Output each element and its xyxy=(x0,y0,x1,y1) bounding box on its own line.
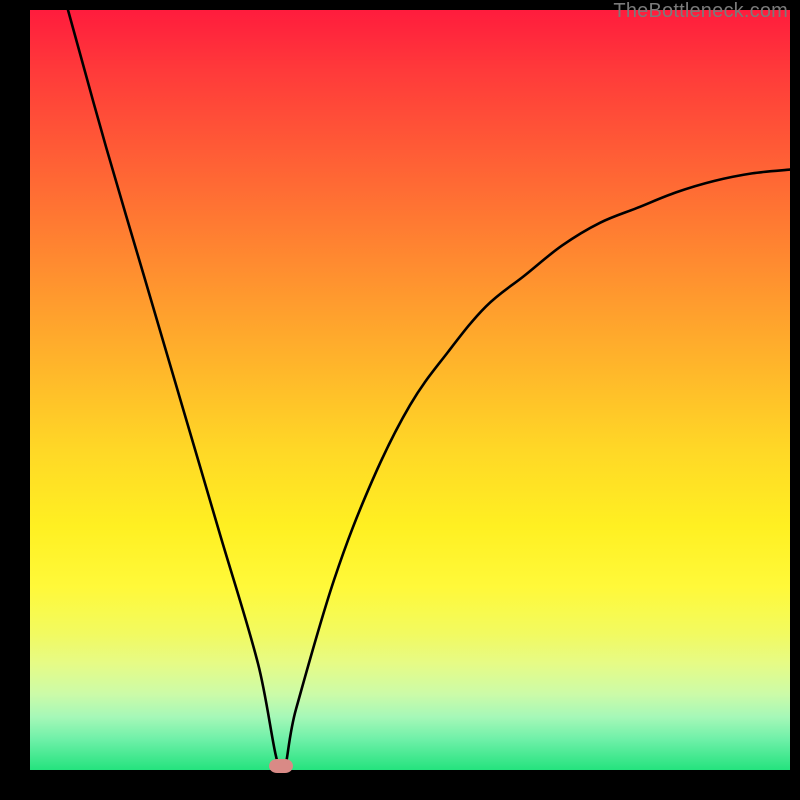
chart-frame: TheBottleneck.com xyxy=(0,0,800,800)
plot-area xyxy=(30,10,790,770)
bottleneck-curve xyxy=(30,10,790,770)
min-point-marker xyxy=(269,759,293,773)
watermark-text: TheBottleneck.com xyxy=(613,0,788,23)
